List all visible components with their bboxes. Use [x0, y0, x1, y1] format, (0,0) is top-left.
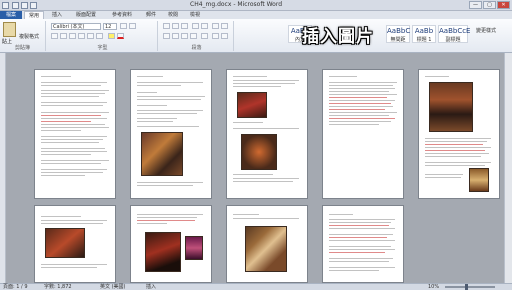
italic-icon[interactable] — [60, 33, 67, 39]
insert-mode[interactable]: 插入 — [146, 284, 156, 290]
clipboard-group: 貼上 複製格式 剪貼簿 — [0, 21, 46, 51]
change-styles-button[interactable]: 變更樣式 — [474, 27, 498, 34]
clipboard-group-label: 剪貼簿 — [14, 45, 30, 51]
minimize-button[interactable]: — — [469, 1, 482, 9]
font-color-icon[interactable] — [117, 33, 124, 39]
page-6-illustration[interactable] — [45, 228, 85, 258]
decrease-indent-icon[interactable] — [192, 23, 199, 29]
paragraph-group: 段落 — [160, 21, 234, 51]
shading-icon[interactable] — [212, 33, 219, 39]
tab-page-layout[interactable]: 版面配置 — [70, 11, 102, 19]
save-icon[interactable] — [12, 2, 19, 9]
highlight-color-icon[interactable] — [108, 33, 115, 39]
page-thumbnail-6[interactable] — [34, 205, 116, 283]
borders-icon[interactable] — [221, 33, 228, 39]
superscript-icon[interactable] — [96, 33, 103, 39]
redo-icon[interactable] — [30, 2, 37, 9]
page-8-board-image[interactable] — [245, 226, 287, 272]
align-left-icon[interactable] — [163, 33, 170, 39]
format-painter-button[interactable]: 複製格式 — [19, 33, 39, 40]
page-thumbnail-1[interactable] — [34, 69, 116, 199]
page-2-illustration[interactable] — [141, 132, 183, 176]
font-group: Calibri (本文) 12 字型 — [48, 21, 158, 51]
document-workspace — [0, 53, 512, 283]
page-thumbnail-5[interactable] — [418, 69, 500, 199]
increase-indent-icon[interactable] — [201, 23, 208, 29]
align-center-icon[interactable] — [172, 33, 179, 39]
font-group-label: 字型 — [97, 45, 108, 51]
page-count[interactable]: 頁面: 1 / 9 — [3, 284, 28, 290]
zoom-slider-knob[interactable] — [465, 284, 468, 290]
page-thumbnail-2[interactable] — [130, 69, 212, 199]
page-thumbnail-8[interactable] — [226, 205, 308, 283]
page-thumbnail-9[interactable] — [322, 205, 404, 283]
vertical-scrollbar[interactable] — [504, 53, 512, 283]
grow-font-icon[interactable] — [120, 23, 127, 29]
title-bar: CH4_mg.docx - Microsoft Word — ▢ ✕ — [0, 0, 512, 11]
tab-home[interactable]: 常用 — [24, 11, 44, 19]
page-thumbnail-3[interactable] — [226, 69, 308, 199]
zoom-level[interactable]: 10% — [428, 284, 439, 290]
page-3-card-image[interactable] — [237, 92, 267, 118]
undo-icon[interactable] — [21, 2, 28, 9]
tab-insert[interactable]: 插入 — [48, 11, 66, 19]
underline-icon[interactable] — [69, 33, 76, 39]
close-button[interactable]: ✕ — [497, 1, 510, 9]
word-app-icon[interactable] — [2, 2, 9, 9]
tab-view[interactable]: 檢視 — [186, 11, 204, 19]
overlay-caption: 插入圖片 — [302, 27, 374, 47]
style-subtitle[interactable]: AaBbCcE 副標題 — [438, 25, 470, 43]
page-thumbnail-7[interactable] — [130, 205, 212, 283]
shrink-font-icon[interactable] — [129, 23, 136, 29]
strikethrough-icon[interactable] — [78, 33, 85, 39]
page-5-card-image[interactable] — [469, 168, 489, 192]
align-right-icon[interactable] — [181, 33, 188, 39]
style-heading-1[interactable]: AaBb 標題 1 — [412, 25, 436, 43]
zoom-slider[interactable] — [445, 286, 495, 288]
restore-button[interactable]: ▢ — [483, 1, 496, 9]
style-no-spacing[interactable]: AaBbC 無間距 — [386, 25, 410, 43]
tab-review[interactable]: 校閱 — [164, 11, 182, 19]
multilevel-list-icon[interactable] — [181, 23, 188, 29]
numbering-icon[interactable] — [172, 23, 179, 29]
font-size-select[interactable]: 12 — [103, 23, 117, 30]
word-count[interactable]: 字數: 1,872 — [44, 284, 72, 290]
tab-file[interactable]: 檔案 — [0, 11, 22, 19]
sort-icon[interactable] — [212, 23, 219, 29]
justify-icon[interactable] — [190, 33, 197, 39]
page-7-card-image[interactable] — [145, 232, 181, 272]
page-7-small-card[interactable] — [185, 236, 203, 260]
subscript-icon[interactable] — [87, 33, 94, 39]
line-spacing-icon[interactable] — [201, 33, 208, 39]
font-name-select[interactable]: Calibri (本文) — [51, 23, 101, 30]
tab-mailings[interactable]: 郵件 — [142, 11, 160, 19]
bullets-icon[interactable] — [163, 23, 170, 29]
paragraph-group-label: 段落 — [191, 45, 202, 51]
show-marks-icon[interactable] — [221, 23, 228, 29]
tab-references[interactable]: 參考資料 — [106, 11, 138, 19]
page-5-board-image[interactable] — [429, 82, 473, 132]
ribbon-tabs: 檔案 常用 插入 版面配置 參考資料 郵件 校閱 檢視 — [0, 11, 512, 19]
vertical-ruler — [0, 53, 6, 283]
window-title: CH4_mg.docx - Microsoft Word — [190, 1, 283, 8]
page-thumbnail-4[interactable] — [322, 69, 404, 199]
page-3-board-image[interactable] — [241, 134, 277, 170]
status-bar: 頁面: 1 / 9 字數: 1,872 英文 (美國) 插入 10% — [0, 283, 512, 290]
bold-icon[interactable] — [51, 33, 58, 39]
language-indicator[interactable]: 英文 (美國) — [100, 284, 126, 290]
ribbon: 貼上 複製格式 剪貼簿 Calibri (本文) 12 字型 段落 AaBb 內… — [0, 19, 512, 53]
paste-icon[interactable] — [3, 22, 16, 37]
